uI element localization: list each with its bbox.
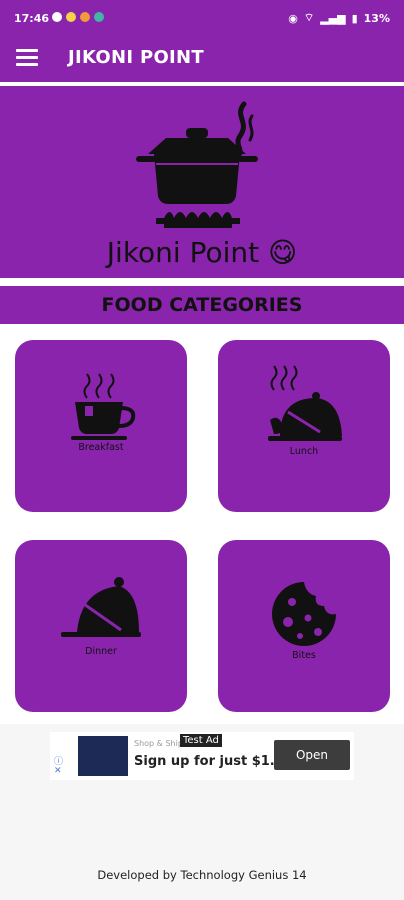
battery-level: 13%: [363, 11, 390, 25]
banner-title: Jikoni Point 😋: [106, 236, 298, 269]
hamburger-menu-icon[interactable]: [16, 49, 38, 69]
ad-subtext: Shop & Ship: [134, 739, 183, 748]
category-label: Bites: [292, 650, 316, 661]
notification-icon: [80, 12, 90, 22]
notification-icons: [52, 12, 104, 22]
wifi-icon: ⌔: [303, 11, 315, 24]
ad-close-icon[interactable]: ✕: [54, 766, 62, 776]
cloche-icon: [61, 577, 141, 637]
footer-credit: Developed by Technology Genius 14: [97, 868, 307, 882]
status-time: 17:46: [14, 12, 50, 25]
app-title: JIKONI POINT: [68, 47, 204, 68]
teacup-icon: [71, 373, 136, 440]
ad-open-button[interactable]: Open: [274, 740, 350, 770]
banner: Jikoni Point 😋: [6, 90, 398, 274]
eye-icon: ◉: [288, 11, 298, 25]
banner-container: Jikoni Point 😋: [0, 86, 404, 278]
category-tile-lunch[interactable]: Lunch: [218, 340, 390, 512]
signal-icon: ▂▄▆: [320, 11, 346, 25]
battery-icon: ▮: [351, 11, 358, 25]
banner-ad[interactable]: ⓘ ✕ Shop & Ship Sign up for just $1. Tes…: [50, 732, 354, 780]
ad-headline: Sign up for just $1.: [134, 754, 275, 769]
ad-image: [78, 736, 128, 776]
status-bar: 17:46 ◉ ⌔ ▂▄▆ ▮ 13%: [0, 0, 404, 36]
cookie-icon: [272, 582, 336, 646]
category-tile-dinner[interactable]: Dinner: [15, 540, 187, 712]
system-icons: ◉ ⌔ ▂▄▆ ▮ 13%: [288, 11, 390, 25]
food-categories-header: FOOD CATEGORIES: [0, 286, 404, 324]
category-tile-bites[interactable]: Bites: [218, 540, 390, 712]
test-ad-badge: Test Ad: [180, 734, 222, 747]
notification-icon: [52, 12, 62, 22]
app-bar: JIKONI POINT: [0, 36, 404, 82]
category-label: Dinner: [85, 646, 117, 657]
category-tile-breakfast[interactable]: Breakfast: [15, 340, 187, 512]
category-label: Breakfast: [78, 442, 124, 453]
cooking-pot-on-stove-icon: [136, 101, 258, 228]
notification-icon: [66, 12, 76, 22]
notification-icon: [94, 12, 104, 22]
steaming-cloche-icon: [268, 365, 342, 441]
category-label: Lunch: [289, 446, 319, 457]
